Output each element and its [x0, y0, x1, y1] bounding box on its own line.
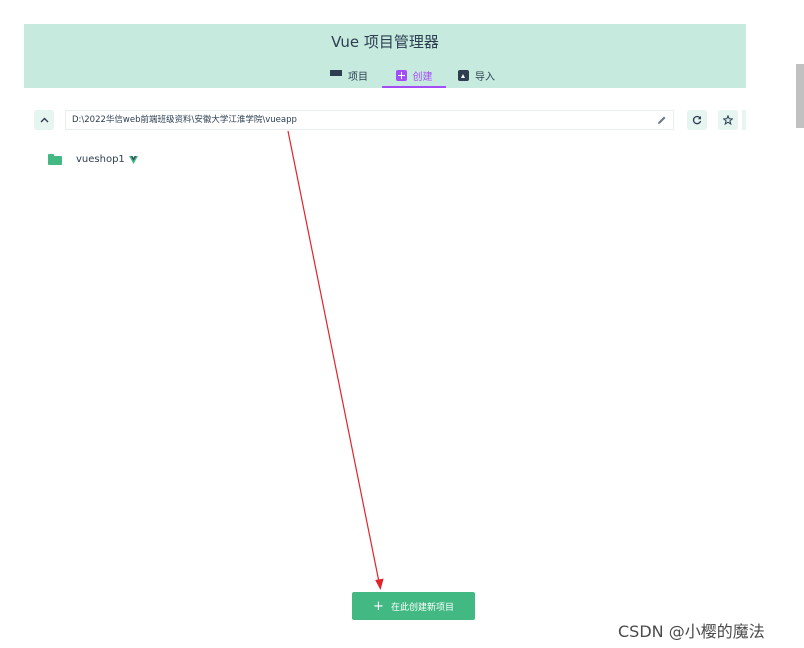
parent-folder-button[interactable] — [34, 110, 54, 130]
tab-label: 创建 — [412, 71, 433, 83]
annotation-arrow — [287, 130, 384, 590]
tab-bar: 项目 创建 导入 — [24, 64, 746, 88]
page-title: Vue 项目管理器 — [331, 33, 439, 51]
scrollbar-thumb[interactable] — [796, 64, 804, 128]
create-project-label: 在此创建新项目 — [390, 602, 454, 613]
pencil-icon — [658, 116, 666, 124]
more-button-edge[interactable] — [742, 110, 746, 130]
favorite-button[interactable] — [718, 110, 738, 130]
path-bar: D:\2022华信web前端班级资料\安徽大学江淮学院\vueapp — [24, 108, 746, 132]
chevron-up-icon — [40, 117, 48, 123]
tab-import[interactable]: 导入 — [458, 64, 495, 86]
watermark: CSDN @小樱的魔法 — [618, 622, 765, 641]
tab-label: 项目 — [348, 71, 368, 83]
tab-projects[interactable]: 项目 — [330, 64, 368, 86]
list-icon — [330, 70, 342, 80]
star-icon — [723, 115, 733, 125]
refresh-button[interactable] — [687, 110, 707, 130]
plus-icon: + — [373, 598, 384, 614]
folder-item-vueshop1[interactable]: vueshop1 — [48, 150, 138, 168]
folder-icon — [48, 153, 62, 165]
add-box-icon — [395, 69, 407, 81]
vue-logo-icon — [128, 156, 138, 164]
folder-name: vueshop1 — [76, 153, 125, 165]
create-project-here-button[interactable]: + 在此创建新项目 — [352, 592, 475, 620]
app-window: Vue 项目管理器 项目 创建 导入 D:\2022华信web前端班级资料\安徽… — [0, 0, 804, 648]
unarchive-icon — [458, 69, 469, 81]
header: Vue 项目管理器 项目 创建 导入 — [24, 24, 746, 88]
edit-path-button[interactable] — [656, 114, 668, 126]
refresh-icon — [692, 115, 702, 125]
tab-label: 导入 — [475, 71, 495, 83]
tab-create[interactable]: 创建 — [382, 64, 446, 88]
path-input[interactable]: D:\2022华信web前端班级资料\安徽大学江淮学院\vueapp — [65, 110, 674, 130]
